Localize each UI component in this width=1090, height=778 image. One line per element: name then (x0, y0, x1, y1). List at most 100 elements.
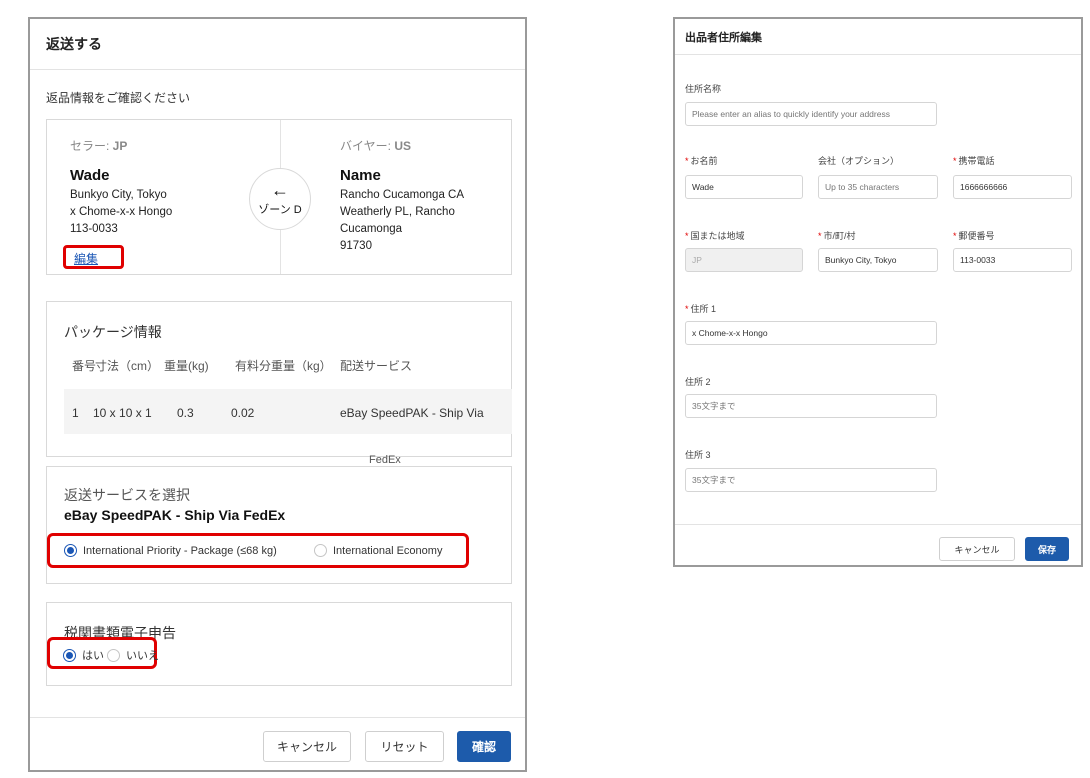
address2-label: 住所 2 (685, 377, 711, 387)
return-service-label: 返送サービスを選択 (64, 487, 190, 503)
buyer-label-prefix: バイヤー: (340, 139, 395, 153)
column-header-service: 配送サービス (340, 359, 413, 373)
cancel-button[interactable]: キャンセル (939, 537, 1015, 561)
company-input[interactable] (818, 175, 938, 199)
name-label: * お名前 (685, 154, 718, 167)
alias-input[interactable] (685, 102, 937, 126)
buyer-name: Name (340, 167, 381, 184)
edit-seller-address-link[interactable]: 編集 (74, 250, 98, 267)
seller-address-line: 113-0033 (70, 223, 118, 235)
zone-badge: ← ゾーン D (249, 168, 311, 230)
radio-selected-icon[interactable] (64, 544, 77, 557)
city-input[interactable]: Bunkyo City, Tokyo (818, 248, 938, 272)
address1-label: * 住所 1 (685, 302, 716, 315)
cell-size: 10 x 10 x 1 (93, 406, 152, 420)
address-edit-dialog: 出品者住所編集 住所名称 *お名前 Wade 会社（オプション） *携帯電話 1… (673, 17, 1083, 567)
company-label: 会社（オプション） (818, 156, 900, 166)
address1-input[interactable]: x Chome-x-x Hongo (685, 321, 937, 345)
cell-number: 1 (72, 406, 79, 420)
required-mark: * (685, 231, 689, 241)
return-dialog-footer-divider (30, 717, 525, 718)
required-mark: * (685, 156, 689, 166)
buyer-address: バイヤー: US Name Rancho Cucamonga CA Weathe… (340, 138, 505, 255)
cancel-button[interactable]: キャンセル (263, 731, 351, 762)
customs-option-yes[interactable]: はい (63, 647, 104, 663)
postal-label: * 郵便番号 (953, 229, 995, 242)
address1-label-text: 住所 1 (690, 304, 717, 314)
customs-options-highlight: はい いいえ (47, 637, 159, 669)
return-dialog-title: 返送する (46, 36, 102, 52)
phone-input[interactable]: 1666666666 (953, 175, 1072, 199)
cell-charged-weight: 0.02 (231, 406, 255, 420)
buyer-address-line: 91730 (340, 240, 372, 252)
return-dialog-subtitle: 返品情報をご確認ください (46, 91, 191, 105)
name-label-text: お名前 (690, 156, 718, 166)
buyer-address-line: Cucamonga (340, 223, 403, 235)
address3-label: 住所 3 (685, 450, 711, 460)
cell-weight: 0.3 (177, 406, 194, 420)
seller-country-code: JP (112, 139, 128, 153)
postal-label-text: 郵便番号 (958, 231, 995, 241)
country-input: JP (685, 248, 803, 272)
phone-label-text: 携帯電話 (958, 156, 995, 166)
seller-address-line: x Chome-x-x Hongo (70, 206, 173, 218)
radio-unselected-icon[interactable] (107, 648, 120, 662)
column-header-size: 寸法（cm） (95, 359, 159, 373)
column-header-weight: 重量(kg) (164, 359, 209, 373)
service-options-highlight: International Priority - Package (≤68 kg… (47, 533, 469, 568)
address3-input[interactable] (685, 468, 937, 492)
radio-selected-icon[interactable] (63, 648, 76, 662)
address-card: セラー: JP Wade Bunkyo City, Tokyo x Chome-… (46, 119, 512, 275)
buyer-label: バイヤー: US (340, 138, 505, 155)
confirm-button[interactable]: 確認 (457, 731, 511, 762)
required-mark: * (953, 231, 957, 241)
address-edit-header: 出品者住所編集 (675, 19, 1081, 55)
name-input[interactable]: Wade (685, 175, 803, 199)
postal-input[interactable]: 113-0033 (953, 248, 1072, 272)
seller-label: セラー: JP (70, 138, 250, 155)
phone-label: * 携帯電話 (953, 154, 995, 167)
seller-name: Wade (70, 167, 110, 184)
city-label-text: 市/町/村 (823, 231, 856, 241)
seller-address-line: Bunkyo City, Tokyo (70, 189, 167, 201)
buyer-country-code: US (394, 139, 411, 153)
column-header-number: 番号 (72, 359, 97, 373)
buyer-address-line: Weatherly PL, Rancho (340, 206, 455, 218)
address-edit-footer-divider (675, 524, 1081, 525)
table-row: 1 10 x 10 x 1 0.3 0.02 eBay SpeedPAK - S… (64, 389, 512, 434)
return-dialog-header: 返送する (30, 19, 525, 70)
required-mark: * (953, 156, 957, 166)
service-option-priority[interactable]: International Priority - Package (≤68 kg… (64, 544, 277, 557)
required-mark: * (818, 231, 822, 241)
alias-label: 住所名称 (685, 84, 722, 94)
service-option-label: International Priority - Package (≤68 kg… (83, 544, 277, 557)
service-option-label: International Economy (333, 544, 443, 557)
edit-highlight: 編集 (63, 245, 124, 269)
zone-label: ゾーン D (258, 204, 302, 216)
seller-label-prefix: セラー: (70, 139, 113, 153)
country-label: * 国または地域 (685, 229, 745, 242)
save-button[interactable]: 保存 (1025, 537, 1069, 561)
radio-unselected-icon[interactable] (314, 544, 327, 557)
return-service-card: 返送サービスを選択 eBay SpeedPAK - Ship Via FedEx… (46, 466, 512, 584)
city-label: * 市/町/村 (818, 229, 856, 242)
return-dialog: 返送する 返品情報をご確認ください セラー: JP Wade Bunkyo Ci… (28, 17, 527, 772)
country-label-text: 国または地域 (690, 231, 745, 241)
customs-card: 税関書類電子申告 はい いいえ (46, 602, 512, 686)
service-option-economy[interactable]: International Economy (314, 544, 442, 557)
return-service-name: eBay SpeedPAK - Ship Via FedEx (64, 507, 286, 523)
required-mark: * (685, 304, 689, 314)
reset-button[interactable]: リセット (365, 731, 444, 762)
customs-option-label: いいえ (126, 650, 159, 662)
customs-option-label: はい (82, 650, 104, 662)
column-header-charged-weight: 有料分重量（kg） (235, 359, 332, 373)
package-info-card: パッケージ情報 番号 寸法（cm） 重量(kg) 有料分重量（kg） 配送サービ… (46, 301, 512, 457)
arrow-left-icon: ← (271, 180, 289, 200)
address-edit-title: 出品者住所編集 (685, 31, 762, 44)
buyer-address-line: Rancho Cucamonga CA (340, 189, 465, 201)
package-table-header: 番号 寸法（cm） 重量(kg) 有料分重量（kg） 配送サービス (72, 357, 512, 387)
address2-input[interactable] (685, 394, 937, 418)
service-overflow-text: FedEx (369, 454, 401, 466)
seller-address: セラー: JP Wade Bunkyo City, Tokyo x Chome-… (70, 138, 250, 238)
customs-option-no[interactable]: いいえ (107, 647, 159, 663)
